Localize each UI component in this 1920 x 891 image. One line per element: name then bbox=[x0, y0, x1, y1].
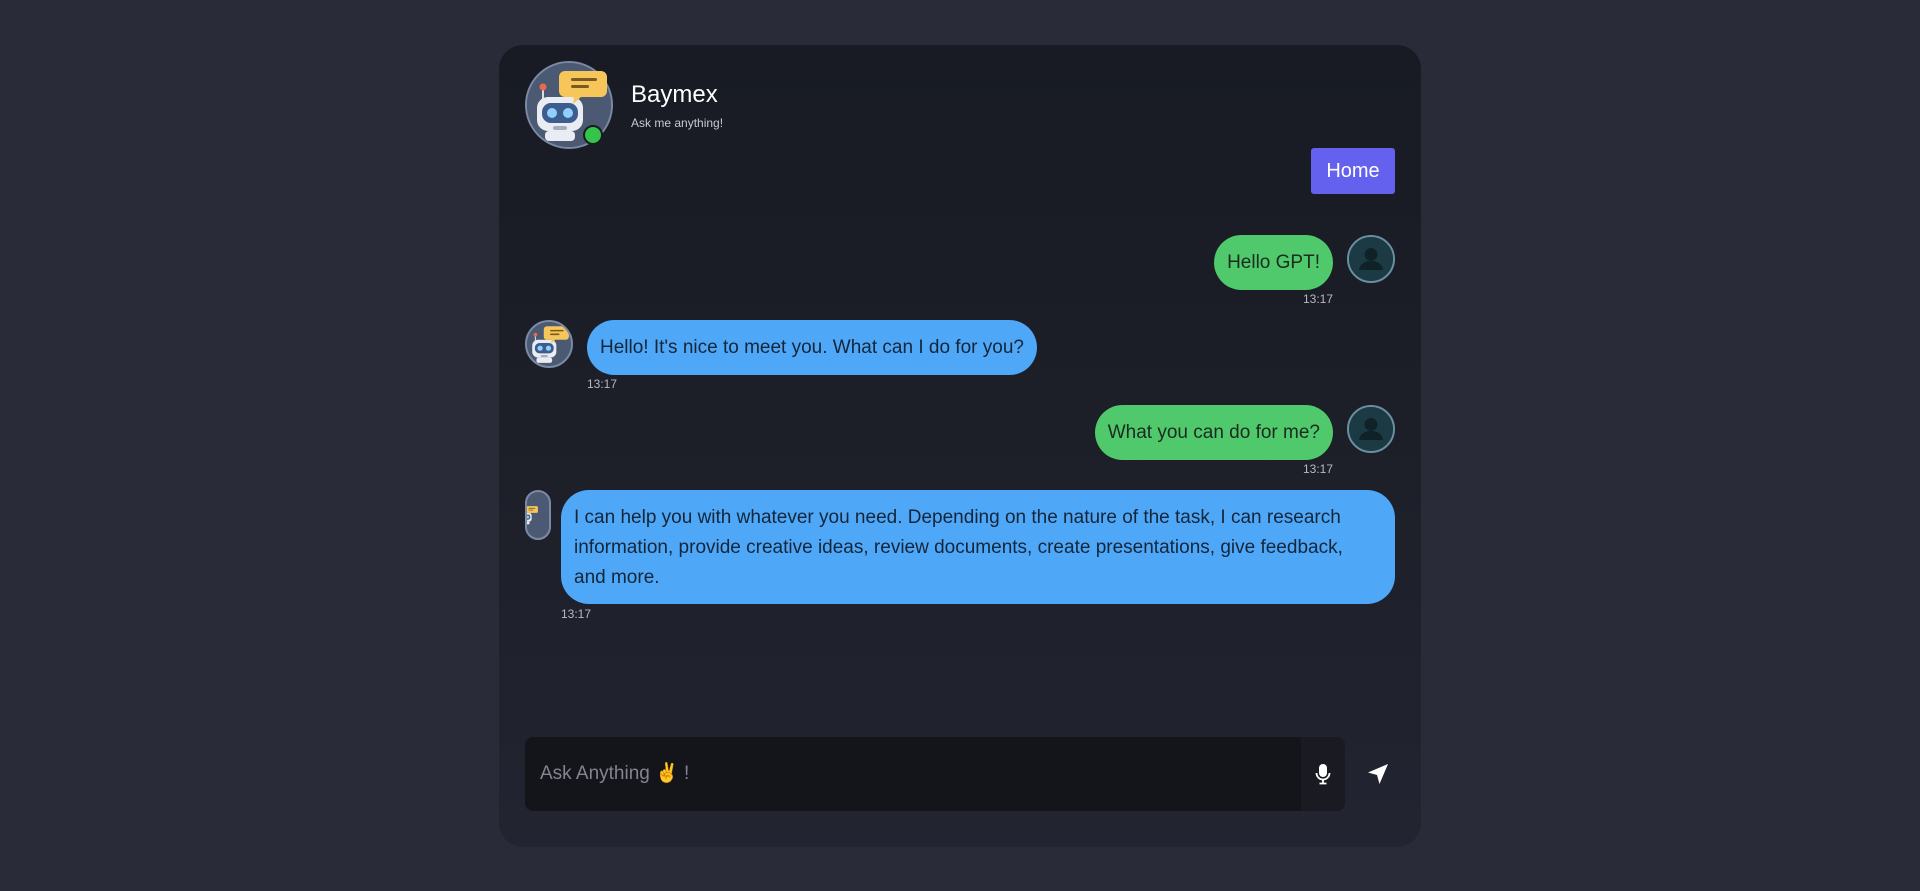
message-bubble-bot: Hello! It's nice to meet you. What can I… bbox=[587, 320, 1037, 375]
bot-avatar-small bbox=[525, 490, 551, 540]
message-line: and more. bbox=[574, 567, 660, 588]
message-bubble-user: Hello GPT! bbox=[1214, 235, 1333, 290]
user-avatar bbox=[1347, 235, 1395, 283]
message-timestamp: 13:17 bbox=[1302, 292, 1333, 306]
message-composer bbox=[525, 737, 1345, 811]
message-line: information, provide creative ideas, rev… bbox=[574, 537, 1343, 558]
send-button[interactable] bbox=[1355, 751, 1401, 797]
home-button[interactable]: Home bbox=[1311, 148, 1395, 194]
user-avatar bbox=[1347, 405, 1395, 453]
microphone-button[interactable] bbox=[1301, 737, 1345, 811]
online-status-indicator bbox=[583, 125, 603, 145]
message-timestamp: 13:17 bbox=[587, 377, 618, 391]
chat-window: Baymex Ask me anything! Home Hello GPT! … bbox=[499, 45, 1421, 847]
microphone-icon bbox=[1315, 764, 1331, 785]
robot-chat-icon bbox=[527, 492, 549, 538]
person-icon bbox=[1349, 237, 1393, 281]
message-input[interactable] bbox=[525, 737, 1301, 811]
message-timestamp: 13:17 bbox=[561, 607, 592, 621]
message-timestamp: 13:17 bbox=[1302, 462, 1333, 476]
message-bubble-bot: I can help you with whatever you need. D… bbox=[561, 490, 1395, 604]
bot-name: Baymex bbox=[631, 81, 718, 108]
robot-chat-icon bbox=[527, 322, 571, 366]
message-line: I can help you with whatever you need. D… bbox=[574, 507, 1341, 528]
send-icon bbox=[1368, 764, 1388, 784]
message-bubble-user: What you can do for me? bbox=[1094, 405, 1333, 460]
person-icon bbox=[1349, 407, 1393, 451]
bot-subtitle: Ask me anything! bbox=[631, 116, 724, 130]
bot-avatar-small bbox=[525, 320, 573, 368]
